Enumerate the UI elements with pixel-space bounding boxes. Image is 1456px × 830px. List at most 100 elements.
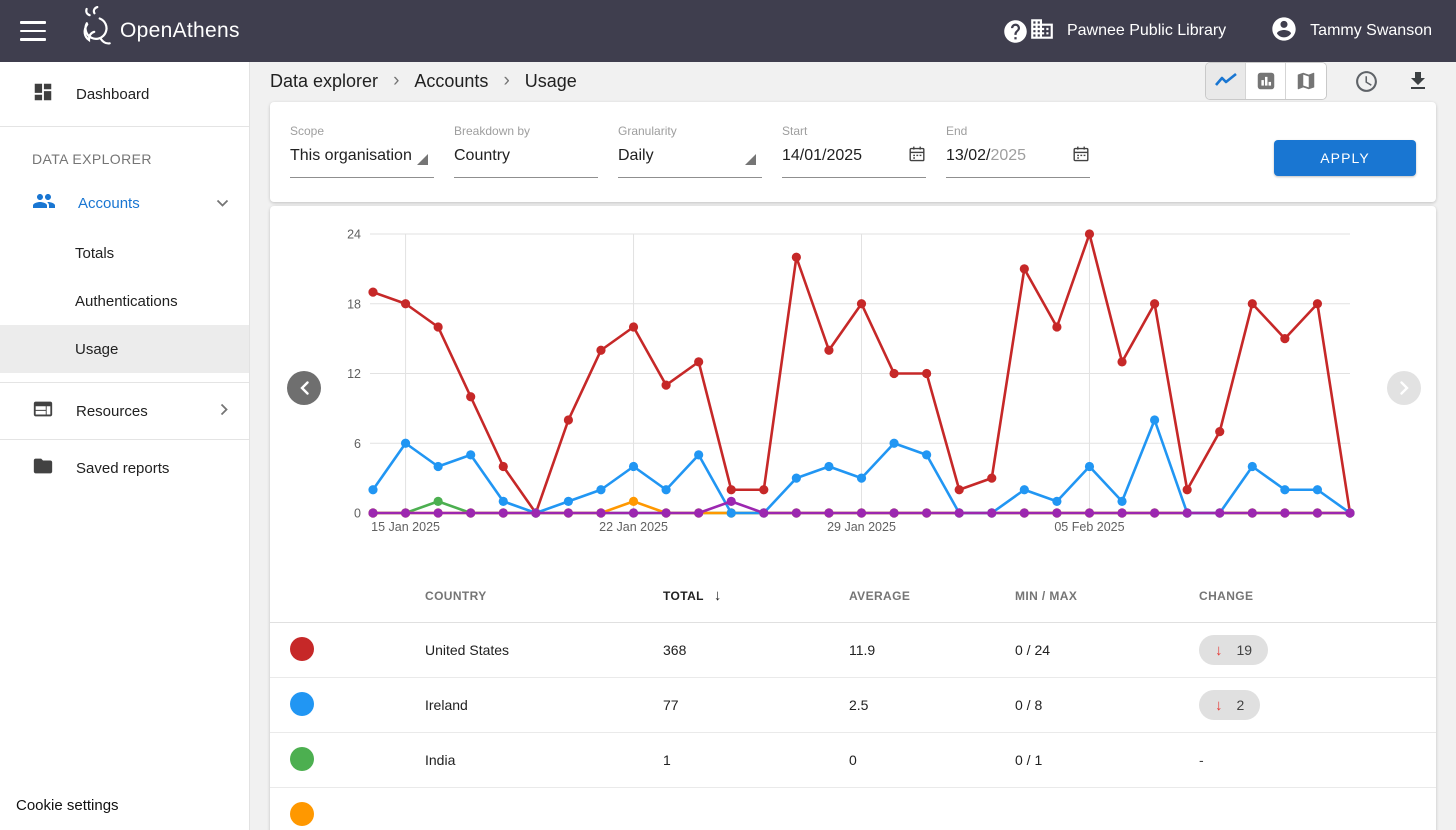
- data-point[interactable]: [1280, 334, 1289, 343]
- user-menu[interactable]: Tammy Swanson: [1270, 15, 1432, 48]
- data-point[interactable]: [662, 381, 671, 390]
- data-point[interactable]: [368, 508, 377, 517]
- menu-icon[interactable]: [20, 21, 46, 41]
- line-chart-view-button[interactable]: [1206, 63, 1246, 99]
- data-point[interactable]: [1150, 508, 1159, 517]
- data-point[interactable]: [889, 439, 898, 448]
- sidebar-item-totals[interactable]: Totals: [0, 229, 249, 277]
- data-point[interactable]: [1313, 508, 1322, 517]
- start-date-field[interactable]: Start 14/01/2025: [782, 124, 926, 202]
- data-point[interactable]: [466, 450, 475, 459]
- data-point[interactable]: [824, 462, 833, 471]
- data-point[interactable]: [857, 474, 866, 483]
- table-row[interactable]: India100 / 1-: [270, 733, 1436, 788]
- data-point[interactable]: [1052, 322, 1061, 331]
- data-point[interactable]: [1020, 264, 1029, 273]
- openathens-brand[interactable]: OpenAthens: [72, 6, 240, 57]
- data-point[interactable]: [662, 485, 671, 494]
- data-point[interactable]: [1052, 497, 1061, 506]
- data-point[interactable]: [596, 485, 605, 494]
- table-row[interactable]: United States36811.90 / 24↓19: [270, 623, 1436, 678]
- breadcrumb-accounts[interactable]: Accounts: [414, 71, 488, 92]
- data-point[interactable]: [889, 369, 898, 378]
- data-point[interactable]: [1183, 485, 1192, 494]
- data-point[interactable]: [1248, 508, 1257, 517]
- data-point[interactable]: [1020, 485, 1029, 494]
- data-point[interactable]: [434, 508, 443, 517]
- column-average[interactable]: AVERAGE: [849, 589, 1015, 603]
- data-point[interactable]: [401, 299, 410, 308]
- data-point[interactable]: [401, 439, 410, 448]
- schedule-icon[interactable]: [1354, 69, 1379, 94]
- data-point[interactable]: [629, 497, 638, 506]
- column-min-max[interactable]: MIN / MAX: [1015, 589, 1199, 603]
- data-point[interactable]: [1313, 299, 1322, 308]
- data-point[interactable]: [824, 346, 833, 355]
- data-point[interactable]: [629, 508, 638, 517]
- data-point[interactable]: [368, 288, 377, 297]
- data-point[interactable]: [434, 462, 443, 471]
- data-point[interactable]: [857, 508, 866, 517]
- data-point[interactable]: [1085, 229, 1094, 238]
- data-point[interactable]: [1117, 497, 1126, 506]
- data-point[interactable]: [1313, 485, 1322, 494]
- data-point[interactable]: [499, 508, 508, 517]
- data-point[interactable]: [857, 299, 866, 308]
- data-point[interactable]: [434, 322, 443, 331]
- data-point[interactable]: [1183, 508, 1192, 517]
- data-point[interactable]: [955, 485, 964, 494]
- bar-chart-view-button[interactable]: [1246, 63, 1286, 99]
- calendar-icon[interactable]: [1072, 145, 1090, 168]
- data-point[interactable]: [1215, 427, 1224, 436]
- data-point[interactable]: [564, 508, 573, 517]
- table-row[interactable]: Ireland772.50 / 8↓2: [270, 678, 1436, 733]
- data-point[interactable]: [499, 497, 508, 506]
- data-point[interactable]: [727, 508, 736, 517]
- data-point[interactable]: [434, 497, 443, 506]
- table-row[interactable]: [270, 788, 1436, 830]
- data-point[interactable]: [955, 508, 964, 517]
- data-point[interactable]: [629, 322, 638, 331]
- data-point[interactable]: [1345, 508, 1354, 517]
- data-point[interactable]: [401, 508, 410, 517]
- usage-chart[interactable]: 0612182415 Jan 202522 Jan 202529 Jan 202…: [270, 206, 1436, 564]
- data-point[interactable]: [922, 450, 931, 459]
- sidebar-item-authentications[interactable]: Authentications: [0, 277, 249, 325]
- data-point[interactable]: [1117, 357, 1126, 366]
- data-point[interactable]: [1150, 299, 1159, 308]
- data-point[interactable]: [1248, 462, 1257, 471]
- data-point[interactable]: [368, 485, 377, 494]
- data-point[interactable]: [727, 497, 736, 506]
- data-point[interactable]: [889, 508, 898, 517]
- data-point[interactable]: [1248, 299, 1257, 308]
- data-point[interactable]: [1085, 508, 1094, 517]
- data-point[interactable]: [466, 392, 475, 401]
- data-point[interactable]: [922, 508, 931, 517]
- breadcrumb-data-explorer[interactable]: Data explorer: [270, 71, 378, 92]
- data-point[interactable]: [499, 462, 508, 471]
- data-point[interactable]: [1052, 508, 1061, 517]
- data-point[interactable]: [1215, 508, 1224, 517]
- data-point[interactable]: [1020, 508, 1029, 517]
- end-date-field[interactable]: End 13/02/2025: [946, 124, 1090, 202]
- data-point[interactable]: [466, 508, 475, 517]
- sidebar-item-usage[interactable]: Usage: [0, 325, 249, 373]
- column-total[interactable]: TOTAL↓: [663, 587, 849, 604]
- data-point[interactable]: [1117, 508, 1126, 517]
- data-point[interactable]: [759, 508, 768, 517]
- data-point[interactable]: [922, 369, 931, 378]
- chart-prev-button[interactable]: [287, 371, 321, 405]
- map-view-button[interactable]: [1286, 63, 1326, 99]
- data-point[interactable]: [792, 253, 801, 262]
- organisation-switcher[interactable]: Pawnee Public Library: [1029, 16, 1226, 47]
- breakdown-select[interactable]: Breakdown by Country: [454, 124, 598, 202]
- column-change[interactable]: CHANGE: [1199, 589, 1436, 603]
- data-point[interactable]: [987, 508, 996, 517]
- data-point[interactable]: [987, 474, 996, 483]
- sidebar-item-saved-reports[interactable]: Saved reports: [0, 440, 249, 496]
- column-country[interactable]: COUNTRY: [425, 589, 663, 603]
- data-point[interactable]: [531, 508, 540, 517]
- data-point[interactable]: [1085, 462, 1094, 471]
- data-point[interactable]: [564, 415, 573, 424]
- granularity-select[interactable]: Granularity Daily: [618, 124, 762, 202]
